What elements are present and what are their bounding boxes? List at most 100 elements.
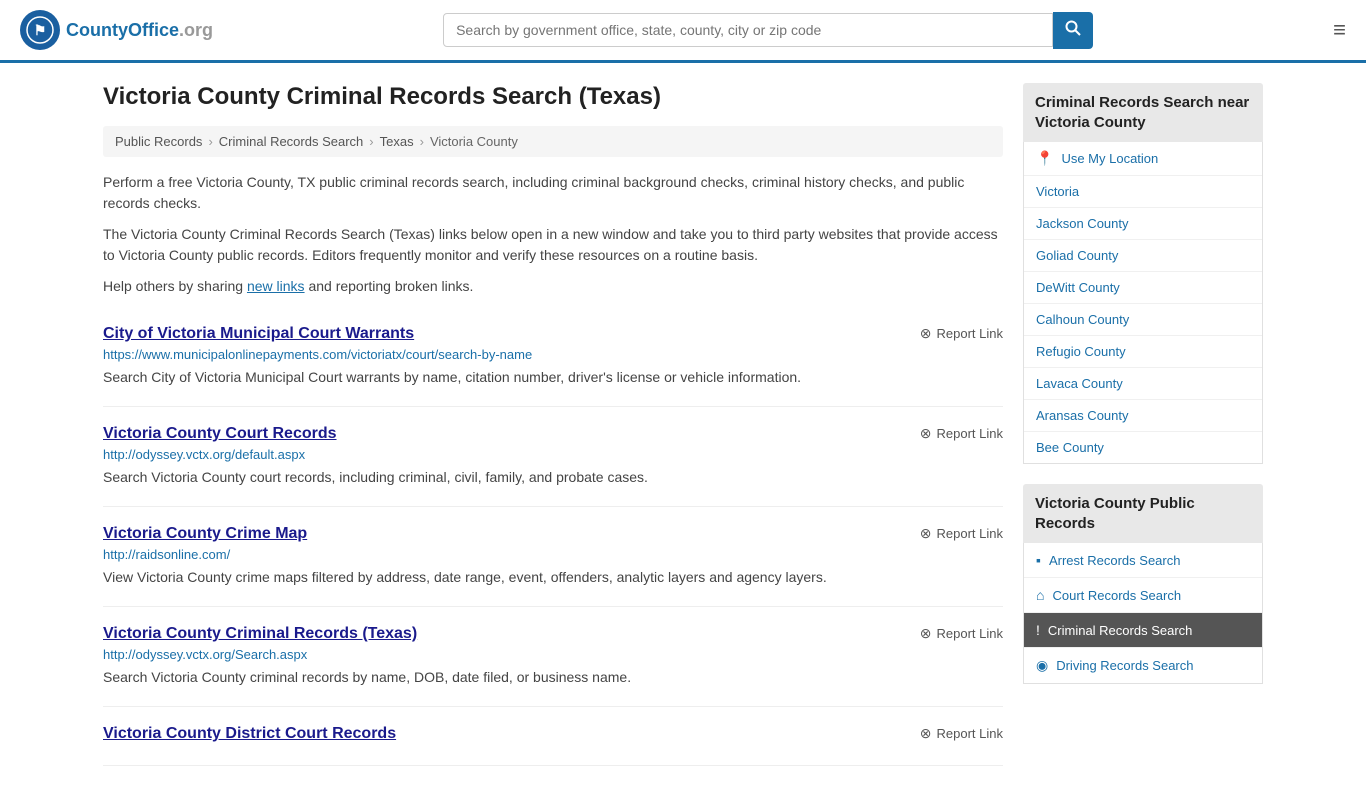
logo-icon: ⚑ — [20, 10, 60, 50]
breadcrumb-criminal-records[interactable]: Criminal Records Search — [219, 134, 364, 149]
nearby-link-2[interactable]: Jackson County — [1024, 208, 1262, 240]
report-label-1: Report Link — [937, 426, 1003, 441]
nearby-item-4: DeWitt County — [1024, 272, 1262, 304]
header-right: ≡ — [1323, 17, 1346, 43]
result-title-4[interactable]: Victoria County District Court Records — [103, 725, 396, 743]
logo-text: CountyOffice.org — [66, 20, 213, 41]
result-title-0[interactable]: City of Victoria Municipal Court Warrant… — [103, 325, 414, 343]
report-link-3[interactable]: ⊗ Report Link — [920, 625, 1003, 642]
record-icon-1: ⌂ — [1036, 587, 1044, 603]
result-title-2[interactable]: Victoria County Crime Map — [103, 525, 307, 543]
nearby-list: 📍 Use My Location Victoria Jackson Count… — [1023, 142, 1263, 464]
nearby-link-4[interactable]: DeWitt County — [1024, 272, 1262, 304]
desc-para1: Perform a free Victoria County, TX publi… — [103, 172, 1003, 214]
record-icon-0: ▪ — [1036, 552, 1041, 568]
nearby-link-6[interactable]: Refugio County — [1024, 336, 1262, 368]
menu-button[interactable]: ≡ — [1333, 17, 1346, 43]
report-link-4[interactable]: ⊗ Report Link — [920, 725, 1003, 742]
record-link-1[interactable]: ⌂ Court Records Search — [1024, 578, 1262, 612]
record-link-3[interactable]: ◉ Driving Records Search — [1024, 648, 1262, 683]
nearby-item-8: Aransas County — [1024, 400, 1262, 432]
report-link-2[interactable]: ⊗ Report Link — [920, 525, 1003, 542]
result-item: Victoria County Crime Map ⊗ Report Link … — [103, 507, 1003, 607]
record-icon-2: ! — [1036, 622, 1040, 638]
record-item-2: ! Criminal Records Search — [1024, 613, 1262, 648]
nearby-item-5: Calhoun County — [1024, 304, 1262, 336]
record-label-0: Arrest Records Search — [1049, 553, 1181, 568]
desc-para2: The Victoria County Criminal Records Sea… — [103, 224, 1003, 266]
record-icon-3: ◉ — [1036, 657, 1048, 674]
nearby-link-1[interactable]: Victoria — [1024, 176, 1262, 208]
nearby-item-label-1: Victoria — [1036, 184, 1079, 199]
desc-para3: Help others by sharing new links and rep… — [103, 276, 1003, 297]
nearby-item-1: Victoria — [1024, 176, 1262, 208]
record-link-0[interactable]: ▪ Arrest Records Search — [1024, 543, 1262, 577]
search-button[interactable] — [1053, 12, 1093, 49]
breadcrumb-public-records[interactable]: Public Records — [115, 134, 202, 149]
nearby-item-2: Jackson County — [1024, 208, 1262, 240]
nearby-section: Criminal Records Search near Victoria Co… — [1023, 83, 1263, 464]
breadcrumb-texas[interactable]: Texas — [380, 134, 414, 149]
report-icon-3: ⊗ — [920, 625, 932, 642]
nearby-item-9: Bee County — [1024, 432, 1262, 463]
nearby-item-6: Refugio County — [1024, 336, 1262, 368]
location-pin-icon: 📍 — [1036, 150, 1053, 167]
result-desc-0: Search City of Victoria Municipal Court … — [103, 367, 1003, 388]
report-label-4: Report Link — [937, 726, 1003, 741]
main-container: Victoria County Criminal Records Search … — [83, 83, 1283, 766]
result-url-3: http://odyssey.vctx.org/Search.aspx — [103, 647, 1003, 662]
nearby-heading: Criminal Records Search near Victoria Co… — [1023, 83, 1263, 142]
result-desc-1: Search Victoria County court records, in… — [103, 467, 1003, 488]
nearby-item-label-3: Goliad County — [1036, 248, 1118, 263]
records-list: ▪ Arrest Records Search ⌂ Court Records … — [1023, 543, 1263, 684]
nearby-item-label-8: Aransas County — [1036, 408, 1129, 423]
public-records-section: Victoria County Public Records ▪ Arrest … — [1023, 484, 1263, 684]
report-icon-2: ⊗ — [920, 525, 932, 542]
results-list: City of Victoria Municipal Court Warrant… — [103, 307, 1003, 766]
breadcrumb-current: Victoria County — [430, 134, 518, 149]
nearby-item-label-9: Bee County — [1036, 440, 1104, 455]
nearby-link-5[interactable]: Calhoun County — [1024, 304, 1262, 336]
search-input[interactable] — [443, 13, 1053, 47]
result-desc-3: Search Victoria County criminal records … — [103, 667, 1003, 688]
record-item-1: ⌂ Court Records Search — [1024, 578, 1262, 613]
result-url-0: https://www.municipalonlinepayments.com/… — [103, 347, 1003, 362]
use-my-location-link[interactable]: 📍 Use My Location — [1024, 142, 1262, 176]
nearby-link-8[interactable]: Aransas County — [1024, 400, 1262, 432]
report-icon-1: ⊗ — [920, 425, 932, 442]
new-links-link[interactable]: new links — [247, 278, 305, 294]
nearby-item-label-7: Lavaca County — [1036, 376, 1123, 391]
svg-text:⚑: ⚑ — [34, 22, 47, 38]
result-url-2: http://raidsonline.com/ — [103, 547, 1003, 562]
logo[interactable]: ⚑ CountyOffice.org — [20, 10, 213, 50]
report-link-0[interactable]: ⊗ Report Link — [920, 325, 1003, 342]
site-header: ⚑ CountyOffice.org ≡ — [0, 0, 1366, 63]
result-item: Victoria County Court Records ⊗ Report L… — [103, 407, 1003, 507]
nearby-link-9[interactable]: Bee County — [1024, 432, 1262, 463]
sidebar: Criminal Records Search near Victoria Co… — [1023, 83, 1263, 766]
record-item-0: ▪ Arrest Records Search — [1024, 543, 1262, 578]
result-url-1: http://odyssey.vctx.org/default.aspx — [103, 447, 1003, 462]
nearby-item-label-4: DeWitt County — [1036, 280, 1120, 295]
report-icon-0: ⊗ — [920, 325, 932, 342]
result-title-3[interactable]: Victoria County Criminal Records (Texas) — [103, 625, 417, 643]
search-bar — [443, 12, 1093, 49]
report-label-2: Report Link — [937, 526, 1003, 541]
record-link-2[interactable]: ! Criminal Records Search — [1024, 613, 1262, 647]
breadcrumb: Public Records › Criminal Records Search… — [103, 126, 1003, 157]
nearby-link-7[interactable]: Lavaca County — [1024, 368, 1262, 400]
report-label-3: Report Link — [937, 626, 1003, 641]
nearby-item-7: Lavaca County — [1024, 368, 1262, 400]
content-area: Victoria County Criminal Records Search … — [103, 83, 1003, 766]
description-section: Perform a free Victoria County, TX publi… — [103, 172, 1003, 297]
nearby-link-3[interactable]: Goliad County — [1024, 240, 1262, 272]
nearby-item-0: 📍 Use My Location — [1024, 142, 1262, 176]
result-title-1[interactable]: Victoria County Court Records — [103, 425, 337, 443]
report-label-0: Report Link — [937, 326, 1003, 341]
report-link-1[interactable]: ⊗ Report Link — [920, 425, 1003, 442]
records-heading: Victoria County Public Records — [1023, 484, 1263, 543]
nearby-item-label-5: Calhoun County — [1036, 312, 1129, 327]
record-label-2: Criminal Records Search — [1048, 623, 1193, 638]
page-title: Victoria County Criminal Records Search … — [103, 83, 1003, 111]
result-item: Victoria County Criminal Records (Texas)… — [103, 607, 1003, 707]
